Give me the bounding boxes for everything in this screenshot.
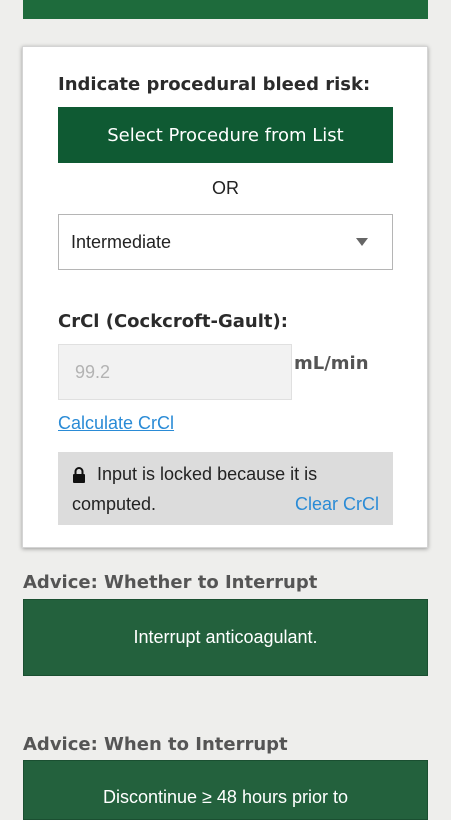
advice-interrupt-title: Advice: Whether to Interrupt [23,572,318,593]
previous-section-button[interactable] [23,0,428,19]
locked-notice-text-line2: computed. [72,494,157,514]
advice-when-title: Advice: When to Interrupt [23,734,288,755]
dropdown-selected-value: Intermediate [71,231,172,252]
calculate-crcl-link[interactable]: Calculate CrCl [58,413,174,434]
crcl-input[interactable] [58,344,292,400]
locked-notice: Input is locked because it is computed. … [58,452,393,525]
advice-when-text: Discontinue ≥ 48 hours prior to [102,787,348,807]
select-procedure-button[interactable]: Select Procedure from List [58,107,393,163]
advice-interrupt-box: Interrupt anticoagulant. [23,599,428,676]
crcl-unit: mL/min [294,353,369,374]
crcl-label: CrCl (Cockcroft-Gault): [58,311,288,332]
clear-crcl-link[interactable]: Clear CrCl [295,494,379,515]
lock-icon [73,467,85,483]
bleed-risk-heading: Indicate procedural bleed risk: [58,74,371,95]
chevron-down-icon [356,238,368,246]
locked-notice-text-line1: Input is locked because it is [97,464,318,484]
advice-when-box: Discontinue ≥ 48 hours prior to [23,760,428,820]
advice-interrupt-text: Interrupt anticoagulant. [133,627,318,647]
or-separator: OR [212,178,239,198]
bleed-risk-dropdown[interactable]: Intermediate [58,214,393,270]
